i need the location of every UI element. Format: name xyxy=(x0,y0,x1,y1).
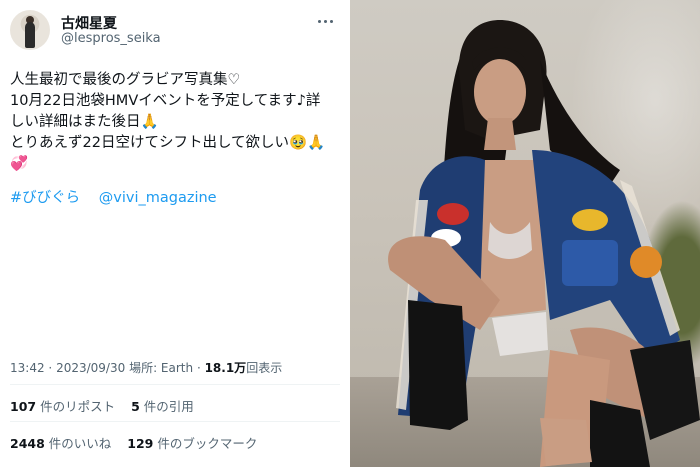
bookmarks-count: 129 xyxy=(127,436,154,451)
tweet-date[interactable]: 2023/09/30 xyxy=(56,361,125,375)
reposts-count: 107 xyxy=(10,399,37,414)
likes-label: 件のいいね xyxy=(48,436,112,451)
hashtag-link[interactable]: #びびぐら xyxy=(10,190,80,206)
divider xyxy=(10,384,340,385)
reposts-label: 件のリポスト xyxy=(40,399,116,414)
quotes-count: 5 xyxy=(131,399,140,414)
bookmarks-label: 件のブックマーク xyxy=(157,436,258,451)
quotes-stat[interactable]: 5 件の引用 xyxy=(131,399,194,414)
tweet-line: 10月22日池袋HMVイベントを予定してます♪詳 xyxy=(10,93,321,109)
tweet-links: #びびぐら @vivi_magazine xyxy=(10,186,231,207)
tweet-meta: 13:42 · 2023/09/30 場所: Earth · 18.1万回表示 xyxy=(10,359,282,376)
tweet-place: 場所: Earth xyxy=(129,361,194,375)
user-handle[interactable]: @lespros_seika xyxy=(61,31,161,46)
views-count[interactable]: 18.1万 xyxy=(205,361,247,375)
more-horizontal-icon[interactable] xyxy=(314,15,336,27)
avatar-figure xyxy=(25,22,35,48)
avatar[interactable] xyxy=(10,10,50,50)
tweet-time[interactable]: 13:42 xyxy=(10,361,45,375)
tweet-photo[interactable] xyxy=(350,0,700,467)
meta-separator: · xyxy=(48,361,57,375)
stats-row-reposts: 107 件のリポスト 5 件の引用 xyxy=(10,396,206,415)
tweet-line: とりあえず22日空けてシフト出して欲しい🥹🙏 xyxy=(10,135,326,151)
tweet-header: 古畑星夏 @lespros_seika xyxy=(10,10,340,50)
tweet-line: しい詳細はまた後日🙏 xyxy=(10,114,159,130)
views-label: 回表示 xyxy=(246,361,283,375)
tweet-line: 人生最初で最後のグラビア写真集♡ xyxy=(10,72,241,88)
mention-link[interactable]: @vivi_magazine xyxy=(99,190,217,206)
quotes-label: 件の引用 xyxy=(143,399,194,414)
likes-stat[interactable]: 2448 件のいいね xyxy=(10,436,111,451)
tweet-panel: 古畑星夏 @lespros_seika 人生最初で最後のグラビア写真集♡ 10月… xyxy=(0,0,350,467)
meta-separator: · xyxy=(196,361,205,375)
stats-row-likes: 2448 件のいいね 129 件のブックマーク xyxy=(10,433,269,452)
bookmarks-stat[interactable]: 129 件のブックマーク xyxy=(127,436,257,451)
reposts-stat[interactable]: 107 件のリポスト xyxy=(10,399,115,414)
photo-figure-illustration xyxy=(388,20,700,467)
divider xyxy=(10,421,340,422)
tweet-line: 💞 xyxy=(10,156,29,172)
tweet-text: 人生最初で最後のグラビア写真集♡ 10月22日池袋HMVイベントを予定してます♪… xyxy=(10,70,340,175)
likes-count: 2448 xyxy=(10,436,45,451)
display-name[interactable]: 古畑星夏 xyxy=(61,13,117,33)
